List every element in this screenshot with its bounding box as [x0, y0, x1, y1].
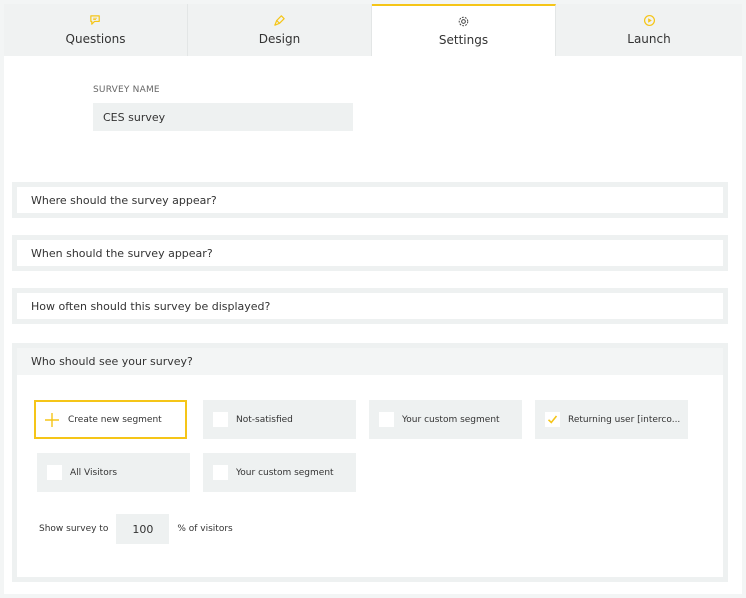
- segment-label: Not-satisfied: [236, 414, 293, 425]
- when-section-header[interactable]: When should the survey appear?: [12, 235, 728, 271]
- segment-checkbox-checked[interactable]: [545, 412, 560, 427]
- survey-name-input[interactable]: CES survey: [93, 103, 353, 131]
- create-segment-button[interactable]: Create new segment: [34, 400, 187, 439]
- segment-option[interactable]: All Visitors: [37, 453, 190, 492]
- create-segment-label: Create new segment: [68, 414, 162, 425]
- tab-label: Launch: [627, 32, 671, 46]
- segment-label: Returning user [interco...: [568, 414, 681, 425]
- survey-name-section: SURVEY NAME CES survey: [4, 56, 742, 176]
- tab-design[interactable]: Design: [188, 4, 372, 56]
- gear-icon: [458, 16, 469, 27]
- frequency-section-header[interactable]: How often should this survey be displaye…: [12, 288, 728, 324]
- tab-label: Questions: [65, 32, 126, 46]
- audience-section: Who should see your survey? Create new s…: [12, 343, 728, 582]
- section-title: Who should see your survey?: [31, 355, 193, 368]
- where-section-header[interactable]: Where should the survey appear?: [12, 182, 728, 218]
- tab-bar: Questions Design Settings Launch: [4, 4, 742, 56]
- segment-label: All Visitors: [70, 467, 118, 478]
- segment-label: Your custom segment: [402, 414, 500, 425]
- section-title: Where should the survey appear?: [31, 193, 217, 207]
- show-survey-prefix: Show survey to: [39, 524, 109, 534]
- survey-name-label: SURVEY NAME: [93, 85, 160, 95]
- section-title: How often should this survey be displaye…: [31, 299, 271, 313]
- chat-icon: [90, 15, 100, 25]
- segment-option[interactable]: Your custom segment: [203, 453, 356, 492]
- checkmark-icon: [547, 415, 558, 424]
- show-survey-suffix: % of visitors: [177, 524, 233, 534]
- segment-option[interactable]: Not-satisfied: [203, 400, 356, 439]
- plus-icon: [45, 412, 59, 427]
- tab-questions[interactable]: Questions: [4, 4, 188, 56]
- section-title: When should the survey appear?: [31, 246, 213, 260]
- tab-label: Design: [258, 32, 301, 46]
- segment-label: Your custom segment: [236, 467, 334, 478]
- segment-checkbox[interactable]: [379, 412, 394, 427]
- segment-option[interactable]: Returning user [interco...: [535, 400, 688, 439]
- settings-panel: SURVEY NAME CES survey Where should the …: [4, 56, 742, 594]
- play-icon: [643, 14, 655, 27]
- segment-checkbox[interactable]: [213, 465, 228, 480]
- audience-section-header[interactable]: Who should see your survey?: [17, 348, 723, 375]
- visitor-percent-input[interactable]: 100: [116, 514, 170, 544]
- show-survey-row: Show survey to 100 % of visitors: [39, 514, 233, 544]
- segment-checkbox[interactable]: [213, 412, 228, 427]
- segment-option[interactable]: Your custom segment: [369, 400, 522, 439]
- tab-settings[interactable]: Settings: [372, 4, 556, 56]
- tab-launch[interactable]: Launch: [556, 4, 742, 56]
- tab-label: Settings: [438, 33, 489, 47]
- brush-icon: [274, 15, 285, 26]
- segment-checkbox[interactable]: [47, 465, 62, 480]
